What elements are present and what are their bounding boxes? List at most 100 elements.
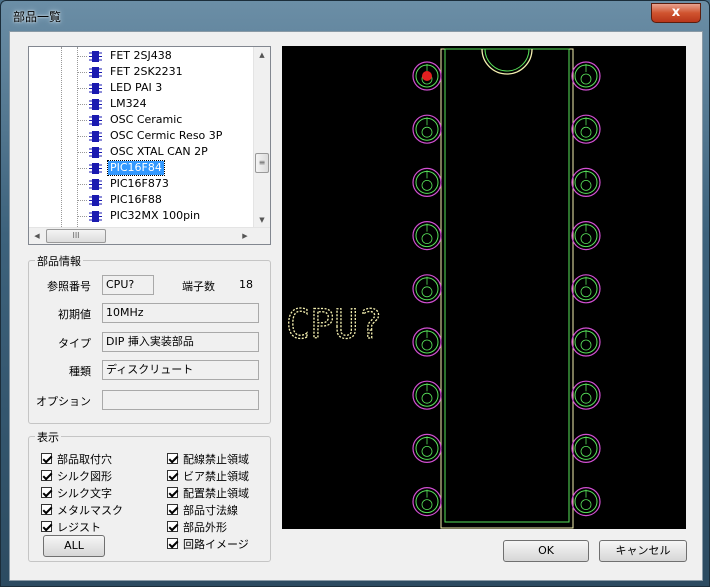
- display-checkbox[interactable]: シルク文字: [41, 485, 112, 500]
- kind-field[interactable]: ディスクリュート: [102, 360, 259, 380]
- pad-hole: [580, 73, 592, 85]
- tree-connector: [77, 200, 87, 201]
- tree-item[interactable]: PIC16F88: [29, 192, 254, 208]
- checkbox-checked-icon[interactable]: [41, 470, 52, 481]
- tree-item[interactable]: FET 2SK2231: [29, 64, 254, 80]
- dialog-window: 部品一覧 x FET 2SJ438 FET 2SK2231 LED PAI 3 LM3…: [0, 0, 710, 587]
- display-checkbox[interactable]: メタルマスク: [41, 502, 123, 517]
- chip-icon: [89, 179, 102, 190]
- tree-item[interactable]: LED PAI 3: [29, 80, 254, 96]
- display-checkbox[interactable]: 部品外形: [167, 519, 227, 534]
- tree-connector: [77, 88, 87, 89]
- tree-item-label: LED PAI 3: [110, 81, 163, 94]
- close-button[interactable]: x: [651, 3, 701, 23]
- pad-hole: [421, 126, 433, 138]
- pad-hole: [580, 233, 592, 245]
- checkbox-label: 回路イメージ: [183, 538, 249, 551]
- tree-scroll-thumb[interactable]: ≡: [255, 153, 269, 173]
- title-bar[interactable]: 部品一覧 x: [1, 1, 709, 31]
- tree-item-label: PIC16F873: [110, 177, 169, 190]
- chip-icon: [89, 195, 102, 206]
- tree-connector: [77, 104, 87, 105]
- ref-field[interactable]: CPU?: [102, 275, 154, 295]
- checkbox-checked-icon[interactable]: [41, 504, 52, 515]
- display-checkbox[interactable]: 配置禁止領域: [167, 485, 249, 500]
- tree-horizontal-scrollbar[interactable]: ◀ III ▶: [29, 227, 270, 244]
- type-field[interactable]: DIP 挿入実装部品: [102, 332, 259, 352]
- display-checkbox[interactable]: シルク図形: [41, 468, 112, 483]
- display-checkbox[interactable]: 回路イメージ: [167, 536, 249, 551]
- chip-icon: [89, 131, 102, 142]
- pad-hole: [580, 126, 592, 138]
- checkbox-checked-icon[interactable]: [167, 538, 178, 549]
- footprint-canvas: CPU?: [285, 48, 601, 529]
- scroll-up-icon[interactable]: ▲: [254, 47, 270, 63]
- display-checkbox[interactable]: 部品寸法線: [167, 502, 238, 517]
- tree-vertical-scrollbar[interactable]: ▲ ≡ ▼: [253, 47, 270, 228]
- display-checkbox[interactable]: レジスト: [41, 519, 101, 534]
- tree-connector: [77, 168, 87, 169]
- tree-item[interactable]: OSC Ceramic: [29, 112, 254, 128]
- option-field[interactable]: [102, 390, 259, 410]
- tree-connector: [77, 56, 87, 57]
- tree-item-label: OSC Ceramic: [110, 113, 183, 126]
- parts-tree[interactable]: FET 2SJ438 FET 2SK2231 LED PAI 3 LM324 OSC C…: [28, 46, 271, 245]
- display-checkbox[interactable]: ビア禁止領域: [167, 468, 249, 483]
- all-button[interactable]: ALL: [43, 535, 105, 557]
- pad-hole: [580, 286, 592, 298]
- tree-connector: [77, 152, 87, 153]
- chip-icon: [89, 115, 102, 126]
- checkbox-checked-icon[interactable]: [167, 453, 178, 464]
- tree-item-label: OSC XTAL CAN 2P: [110, 145, 208, 158]
- tree-item[interactable]: OSC XTAL CAN 2P: [29, 144, 254, 160]
- tree-item[interactable]: LM324: [29, 96, 254, 112]
- chip-icon: [89, 83, 102, 94]
- cancel-button[interactable]: キャンセル: [599, 540, 687, 562]
- pad-hole: [580, 499, 592, 511]
- checkbox-label: メタルマスク: [57, 504, 123, 517]
- display-checkbox[interactable]: 配線禁止領域: [167, 451, 249, 466]
- initial-label: 初期値: [58, 308, 91, 321]
- chip-icon: [89, 147, 102, 158]
- checkbox-checked-icon[interactable]: [41, 487, 52, 498]
- tree-connector: [77, 216, 87, 217]
- checkbox-checked-icon[interactable]: [167, 487, 178, 498]
- display-checkbox[interactable]: 部品取付穴: [41, 451, 112, 466]
- tree-item[interactable]: PIC16F84: [29, 160, 254, 176]
- package-outer-edge: [440, 48, 574, 529]
- scroll-left-icon[interactable]: ◀: [29, 228, 45, 244]
- checkbox-checked-icon[interactable]: [167, 470, 178, 481]
- checkbox-label: レジスト: [57, 521, 101, 534]
- pin1-notch-inner: [484, 48, 530, 72]
- scroll-down-icon[interactable]: ▼: [254, 212, 270, 228]
- checkbox-label: 配線禁止領域: [183, 453, 249, 466]
- pad-hole: [421, 392, 433, 404]
- ok-button[interactable]: OK: [503, 540, 589, 562]
- parts-tree-list: FET 2SJ438 FET 2SK2231 LED PAI 3 LM324 OSC C…: [29, 47, 254, 228]
- chip-icon: [89, 211, 102, 222]
- checkbox-checked-icon[interactable]: [41, 521, 52, 532]
- checkbox-checked-icon[interactable]: [167, 504, 178, 515]
- checkbox-checked-icon[interactable]: [41, 453, 52, 464]
- kind-label: 種類: [69, 365, 91, 378]
- tree-item[interactable]: PIC32MX 100pin: [29, 208, 254, 224]
- pad-group: [412, 61, 601, 517]
- checkbox-label: 部品寸法線: [183, 504, 238, 517]
- type-label: タイプ: [58, 337, 91, 350]
- tree-hscroll-thumb[interactable]: III: [46, 229, 106, 243]
- pad-hole: [421, 445, 433, 457]
- tree-item[interactable]: OSC Cermic Reso 3P: [29, 128, 254, 144]
- scroll-right-icon[interactable]: ▶: [237, 228, 253, 244]
- checkbox-label: シルク図形: [57, 470, 112, 483]
- chip-icon: [89, 99, 102, 110]
- checkbox-checked-icon[interactable]: [167, 521, 178, 532]
- checkbox-label: ビア禁止領域: [183, 470, 249, 483]
- pad-hole: [580, 339, 592, 351]
- pad-hole: [421, 499, 433, 511]
- tree-connector: [77, 72, 87, 73]
- tree-item[interactable]: FET 2SJ438: [29, 48, 254, 64]
- tree-item-label: FET 2SJ438: [110, 49, 172, 62]
- initial-field[interactable]: 10MHz: [102, 303, 259, 323]
- tree-item[interactable]: PIC16F873: [29, 176, 254, 192]
- pad-hole: [580, 392, 592, 404]
